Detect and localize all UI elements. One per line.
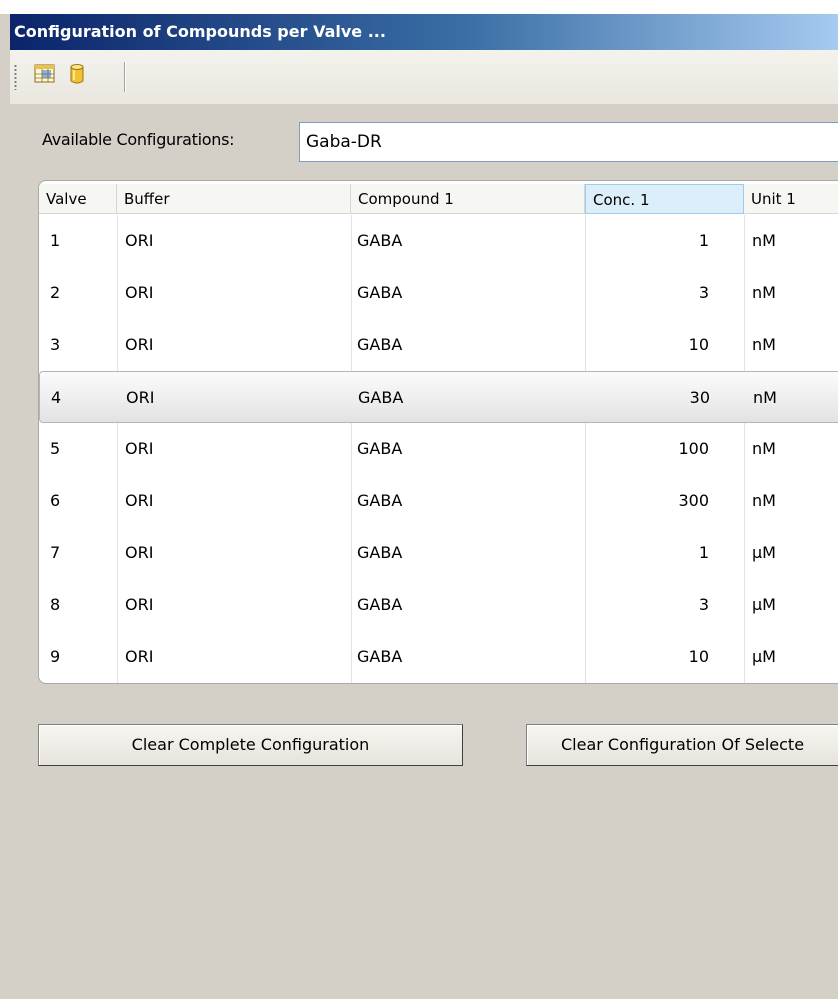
- cell-compound: GABA: [357, 231, 403, 250]
- clear-selected-configuration-button[interactable]: Clear Configuration Of Selecte: [526, 724, 838, 766]
- cell-valve: 7: [50, 543, 61, 562]
- cell-buffer: ORI: [126, 388, 155, 407]
- toolbar-button-database[interactable]: [62, 61, 92, 91]
- clear-complete-configuration-button[interactable]: Clear Complete Configuration: [38, 724, 463, 766]
- table-row[interactable]: 10 ORI GABA 30 µM: [39, 683, 838, 684]
- window-title: Configuration of Compounds per Valve ...: [10, 14, 838, 50]
- cell-unit: µM: [752, 595, 776, 614]
- toolbar-button-table[interactable]: [30, 61, 60, 91]
- cell-valve: 5: [50, 439, 61, 458]
- column-header-unit-1[interactable]: Unit 1: [744, 184, 838, 214]
- cell-unit: µM: [752, 543, 776, 562]
- cell-conc: 10: [688, 647, 709, 666]
- cell-unit: nM: [752, 439, 776, 458]
- configurations-combobox[interactable]: Gaba-DR: [299, 122, 838, 162]
- cell-buffer: ORI: [125, 595, 154, 614]
- cell-compound: GABA: [357, 647, 403, 666]
- table-row[interactable]: 7 ORI GABA 1 µM: [39, 527, 838, 579]
- toolbar: [10, 50, 838, 104]
- cell-conc: 300: [678, 491, 709, 510]
- cell-compound: GABA: [357, 595, 403, 614]
- table-icon: [33, 62, 57, 90]
- cell-valve: 4: [51, 388, 62, 407]
- cell-compound: GABA: [357, 283, 403, 302]
- cell-unit: µM: [752, 647, 776, 666]
- cell-buffer: ORI: [125, 647, 154, 666]
- cell-conc: 3: [698, 595, 709, 614]
- cell-unit: nM: [753, 388, 777, 407]
- cell-compound: GABA: [357, 335, 403, 354]
- grid-header: Valve Buffer Compound 1 Conc. 1 Unit 1: [39, 184, 838, 214]
- cell-compound: GABA: [357, 439, 403, 458]
- column-header-conc-1[interactable]: Conc. 1: [585, 184, 744, 214]
- cell-unit: nM: [752, 491, 776, 510]
- cell-buffer: ORI: [125, 283, 154, 302]
- cell-buffer: ORI: [125, 491, 154, 510]
- cell-unit: nM: [752, 335, 776, 354]
- table-row[interactable]: 1 ORI GABA 1 nM: [39, 215, 838, 267]
- cell-buffer: ORI: [125, 683, 153, 684]
- cell-unit: µM: [752, 683, 776, 684]
- cell-conc: 30: [585, 683, 709, 684]
- cell-compound: GABA: [357, 491, 403, 510]
- cell-conc: 1: [698, 231, 709, 250]
- column-header-compound-1[interactable]: Compound 1: [351, 184, 585, 214]
- cell-conc: 3: [698, 283, 709, 302]
- cell-conc: 30: [689, 388, 710, 407]
- database-icon: [65, 62, 89, 90]
- table-row[interactable]: 5 ORI GABA 100 nM: [39, 423, 838, 475]
- cell-valve: 9: [50, 647, 61, 666]
- cell-unit: nM: [752, 283, 776, 302]
- column-header-valve[interactable]: Valve: [39, 184, 117, 214]
- cell-conc: 1: [698, 543, 709, 562]
- cell-buffer: ORI: [125, 231, 154, 250]
- configurations-label: Available Configurations:: [42, 130, 235, 149]
- cell-compound: GABA: [357, 543, 403, 562]
- valve-grid[interactable]: Valve Buffer Compound 1 Conc. 1 Unit 1 1…: [38, 180, 838, 684]
- cell-buffer: ORI: [125, 335, 154, 354]
- table-row[interactable]: 4 ORI GABA 30 nM: [39, 371, 838, 423]
- table-row[interactable]: 2 ORI GABA 3 nM: [39, 267, 838, 319]
- cell-valve: 10: [50, 683, 70, 684]
- cell-valve: 2: [50, 283, 61, 302]
- cell-valve: 3: [50, 335, 61, 354]
- cell-buffer: ORI: [125, 543, 154, 562]
- table-row[interactable]: 6 ORI GABA 300 nM: [39, 475, 838, 527]
- cell-valve: 1: [50, 231, 61, 250]
- cell-unit: nM: [752, 231, 776, 250]
- cell-conc: 100: [678, 439, 709, 458]
- cell-compound: GABA: [358, 388, 404, 407]
- top-strip: [0, 0, 838, 14]
- table-row[interactable]: 3 ORI GABA 10 nM: [39, 319, 838, 371]
- table-row[interactable]: 9 ORI GABA 10 µM: [39, 631, 838, 683]
- toolbar-separator: [124, 62, 125, 92]
- cell-valve: 6: [50, 491, 61, 510]
- cell-valve: 8: [50, 595, 61, 614]
- cell-buffer: ORI: [125, 439, 154, 458]
- toolbar-grip[interactable]: [14, 64, 17, 90]
- column-header-buffer[interactable]: Buffer: [117, 184, 351, 214]
- cell-compound: GABA: [357, 683, 402, 684]
- table-row[interactable]: 8 ORI GABA 3 µM: [39, 579, 838, 631]
- cell-conc: 10: [688, 335, 709, 354]
